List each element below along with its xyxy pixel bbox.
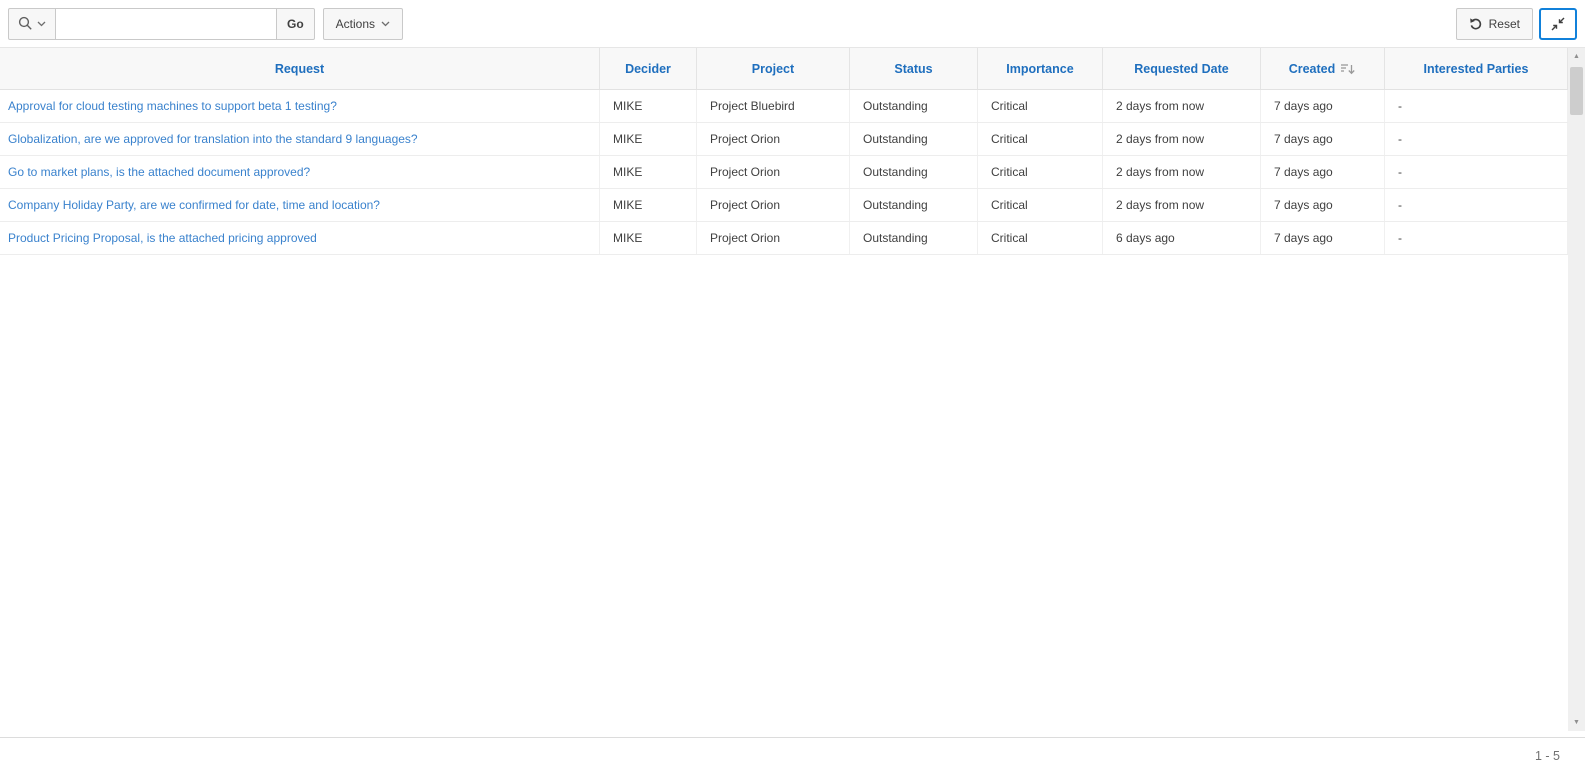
table-row: Product Pricing Proposal, is the attache… <box>0 222 1568 255</box>
pagination-range: 1 - 5 <box>1535 749 1560 763</box>
cell-status: Outstanding <box>850 222 978 254</box>
report-footer: 1 - 5 <box>0 737 1585 774</box>
chevron-down-icon <box>381 21 390 27</box>
chevron-down-icon <box>37 21 46 27</box>
cell-interested-parties: - <box>1385 123 1568 155</box>
cell-status: Outstanding <box>850 123 978 155</box>
cell-requested-date: 6 days ago <box>1103 222 1261 254</box>
cell-project: Project Orion <box>697 222 850 254</box>
request-link[interactable]: Product Pricing Proposal, is the attache… <box>8 231 317 245</box>
cell-request: Go to market plans, is the attached docu… <box>0 156 600 188</box>
request-link[interactable]: Go to market plans, is the attached docu… <box>8 165 310 179</box>
cell-request: Approval for cloud testing machines to s… <box>0 90 600 122</box>
scrollbar-thumb[interactable] <box>1570 67 1583 115</box>
cell-decider: MIKE <box>600 123 697 155</box>
cell-importance: Critical <box>978 90 1103 122</box>
cell-created: 7 days ago <box>1261 222 1385 254</box>
search-bar: Go <box>8 8 315 40</box>
column-header-label: Requested Date <box>1134 62 1228 76</box>
collapse-report-button[interactable] <box>1539 8 1577 40</box>
reset-button-label: Reset <box>1489 17 1520 31</box>
column-header-status[interactable]: Status <box>850 48 978 89</box>
cell-project: Project Orion <box>697 123 850 155</box>
column-header-interested-parties[interactable]: Interested Parties <box>1385 48 1568 89</box>
column-header-created[interactable]: Created <box>1261 48 1385 89</box>
table-row: Company Holiday Party, are we confirmed … <box>0 189 1568 222</box>
table-row: Approval for cloud testing machines to s… <box>0 90 1568 123</box>
cell-request: Company Holiday Party, are we confirmed … <box>0 189 600 221</box>
column-header-label: Decider <box>625 62 671 76</box>
column-header-label: Importance <box>1006 62 1073 76</box>
cell-created: 7 days ago <box>1261 90 1385 122</box>
report-table: Request Decider Project Status Importance Req… <box>0 48 1568 255</box>
table-body: Approval for cloud testing machines to s… <box>0 90 1568 255</box>
column-header-decider[interactable]: Decider <box>600 48 697 89</box>
cell-interested-parties: - <box>1385 189 1568 221</box>
search-icon <box>18 16 33 31</box>
cell-requested-date: 2 days from now <box>1103 156 1261 188</box>
toolbar-right: Reset <box>1456 8 1577 40</box>
table-header-row: Request Decider Project Status Importance Req… <box>0 48 1568 90</box>
cell-interested-parties: - <box>1385 156 1568 188</box>
cell-status: Outstanding <box>850 156 978 188</box>
scroll-up-arrow-icon[interactable]: ▲ <box>1568 48 1585 65</box>
cell-decider: MIKE <box>600 90 697 122</box>
cell-interested-parties: - <box>1385 90 1568 122</box>
reset-button[interactable]: Reset <box>1456 8 1533 40</box>
scroll-down-arrow-icon[interactable]: ▼ <box>1568 714 1585 731</box>
cell-status: Outstanding <box>850 90 978 122</box>
cell-importance: Critical <box>978 123 1103 155</box>
column-header-requested-date[interactable]: Requested Date <box>1103 48 1261 89</box>
cell-request: Globalization, are we approved for trans… <box>0 123 600 155</box>
cell-project: Project Bluebird <box>697 90 850 122</box>
cell-importance: Critical <box>978 222 1103 254</box>
column-header-label: Interested Parties <box>1424 62 1529 76</box>
search-options-button[interactable] <box>8 8 56 40</box>
cell-status: Outstanding <box>850 189 978 221</box>
request-link[interactable]: Approval for cloud testing machines to s… <box>8 99 337 113</box>
cell-created: 7 days ago <box>1261 123 1385 155</box>
cell-project: Project Orion <box>697 189 850 221</box>
vertical-scrollbar[interactable]: ▲ ▼ <box>1568 48 1585 731</box>
cell-interested-parties: - <box>1385 222 1568 254</box>
table-row: Go to market plans, is the attached docu… <box>0 156 1568 189</box>
toolbar: Go Actions Reset <box>0 0 1585 48</box>
column-header-label: Request <box>275 62 324 76</box>
actions-button[interactable]: Actions <box>323 8 403 40</box>
cell-requested-date: 2 days from now <box>1103 189 1261 221</box>
cell-requested-date: 2 days from now <box>1103 123 1261 155</box>
request-link[interactable]: Globalization, are we approved for trans… <box>8 132 418 146</box>
column-header-label: Project <box>752 62 794 76</box>
cell-requested-date: 2 days from now <box>1103 90 1261 122</box>
column-header-importance[interactable]: Importance <box>978 48 1103 89</box>
cell-decider: MIKE <box>600 222 697 254</box>
cell-importance: Critical <box>978 156 1103 188</box>
column-header-label: Created <box>1289 62 1336 76</box>
go-button[interactable]: Go <box>276 8 315 40</box>
cell-decider: MIKE <box>600 156 697 188</box>
column-header-label: Status <box>894 62 932 76</box>
cell-importance: Critical <box>978 189 1103 221</box>
column-header-request[interactable]: Request <box>0 48 600 89</box>
cell-created: 7 days ago <box>1261 189 1385 221</box>
search-input[interactable] <box>56 8 276 40</box>
actions-button-label: Actions <box>336 17 375 31</box>
cell-decider: MIKE <box>600 189 697 221</box>
request-link[interactable]: Company Holiday Party, are we confirmed … <box>8 198 380 212</box>
toolbar-left: Go Actions <box>8 8 403 40</box>
column-header-project[interactable]: Project <box>697 48 850 89</box>
cell-project: Project Orion <box>697 156 850 188</box>
cell-request: Product Pricing Proposal, is the attache… <box>0 222 600 254</box>
sort-descending-icon <box>1340 62 1356 76</box>
cell-created: 7 days ago <box>1261 156 1385 188</box>
table-row: Globalization, are we approved for trans… <box>0 123 1568 156</box>
reset-undo-icon <box>1469 17 1483 31</box>
collapse-icon <box>1550 16 1566 32</box>
